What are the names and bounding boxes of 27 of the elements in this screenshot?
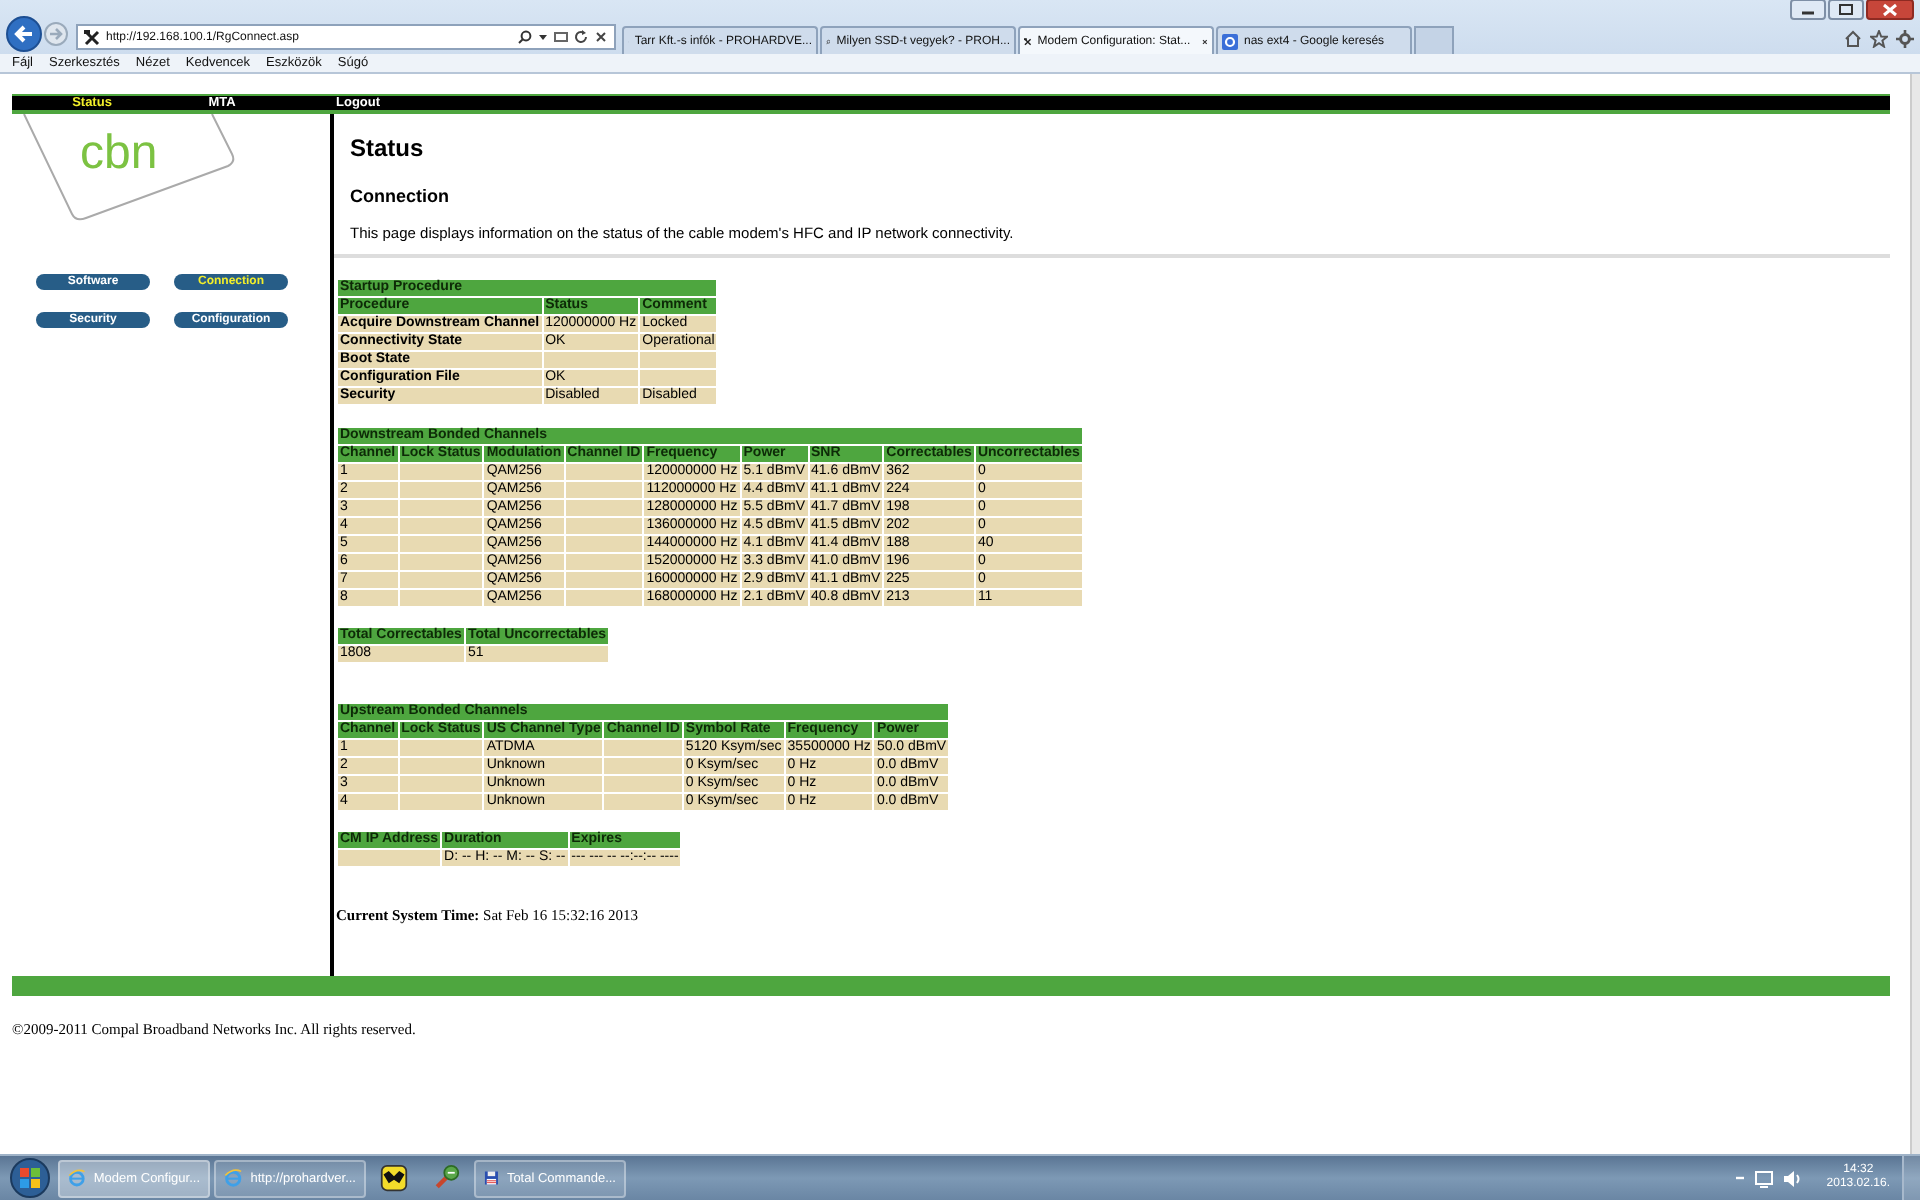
minimize-button[interactable]: [1790, 0, 1826, 20]
home-icon[interactable]: [1844, 30, 1862, 48]
chevron-icon[interactable]: [1734, 1172, 1747, 1184]
table-cell: [338, 850, 441, 866]
settings-icon[interactable]: [1896, 30, 1914, 48]
scrollbar[interactable]: [1910, 74, 1920, 1154]
tools-icon: [1024, 33, 1032, 49]
refresh-icon[interactable]: [574, 30, 588, 44]
bat-icon: [380, 1162, 408, 1194]
star-icon[interactable]: [1870, 30, 1888, 48]
network-icon[interactable]: [1754, 1169, 1775, 1187]
browser-icon: [224, 1164, 243, 1192]
back-button[interactable]: [6, 16, 42, 52]
page-title: Status: [350, 134, 426, 162]
compatibility-icon[interactable]: [554, 30, 568, 44]
speaker-icon[interactable]: [1782, 1169, 1803, 1187]
browser-icon: [68, 1164, 86, 1192]
caret-icon[interactable]: [538, 30, 548, 44]
close-button[interactable]: [1866, 0, 1914, 20]
section-title: Connection: [350, 186, 451, 206]
logo-card: cbn: [20, 114, 240, 222]
start-button[interactable]: [8, 1158, 52, 1198]
google-icon: [1222, 33, 1238, 49]
tools-icon: [84, 29, 100, 45]
tool-icon: [432, 1162, 460, 1194]
maximize-button[interactable]: [1828, 0, 1864, 20]
close-icon[interactable]: [594, 30, 608, 44]
